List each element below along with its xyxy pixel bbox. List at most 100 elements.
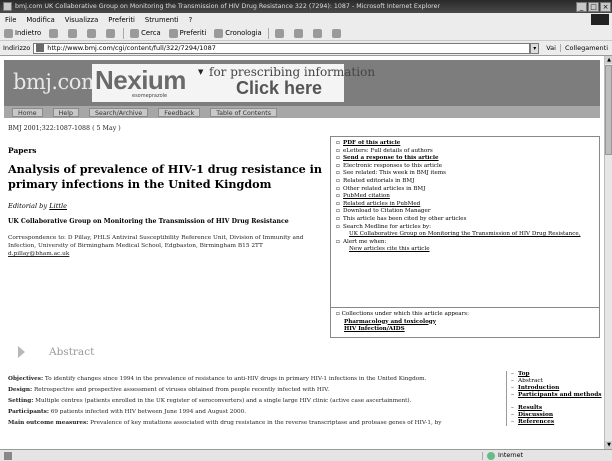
toc-top-label: Top: [518, 371, 530, 377]
toc-references-label: References: [518, 419, 555, 425]
toc-top[interactable]: – Top: [511, 371, 602, 378]
authors: UK Collaborative Group on Monitoring the…: [8, 218, 289, 225]
print-button[interactable]: [290, 28, 309, 38]
link-related-editorials-label: Related editorials in BMJ: [343, 177, 415, 184]
page-status-icon: [4, 451, 12, 460]
collections-label: ▫ Collections under which this article a…: [336, 311, 470, 317]
link-other-related-label: Other related articles in BMJ: [343, 185, 426, 192]
link-medline-author[interactable]: UK Collaborative Group on Monitoring the…: [336, 231, 595, 239]
address-bar: Indirizzo http://www.bmj.com/cgi/content…: [0, 41, 612, 56]
nav-help[interactable]: Help: [52, 107, 79, 117]
nav-home[interactable]: Home: [12, 107, 43, 117]
menu-file[interactable]: File: [0, 16, 21, 24]
ad-click-here: Click here: [236, 78, 323, 98]
refresh-button[interactable]: [83, 28, 102, 38]
search-medline-label: ▫ Search Medline for articles by:: [336, 223, 431, 230]
section-label: Papers: [8, 146, 37, 155]
link-download-citation[interactable]: ▫ Download to Citation Manager: [336, 208, 595, 216]
back-button[interactable]: Indietro: [0, 28, 45, 38]
scroll-up-icon[interactable]: ▲: [605, 56, 612, 64]
link-related-pubmed[interactable]: ▫ Related articles in PubMed: [336, 201, 595, 209]
ad-triangle-icon: ▼: [198, 68, 204, 76]
window-title: bmj.com UK Collaborative Group on Monito…: [15, 3, 441, 10]
address-input[interactable]: http://www.bmj.com/cgi/content/full/322/…: [33, 42, 531, 54]
toc-discussion[interactable]: – Discussion: [511, 412, 602, 419]
link-electronic-responses[interactable]: ▫ Electronic responses to this article: [336, 163, 595, 171]
print-icon: [293, 28, 303, 38]
toc-results-label: Results: [518, 405, 543, 411]
abstract-outcome: Main outcome measures: Prevalence of key…: [8, 418, 502, 429]
ie-icon: [3, 2, 12, 11]
menu-tools[interactable]: Strumenti: [140, 16, 184, 24]
maximize-button[interactable]: □: [588, 1, 599, 12]
favorites-button[interactable]: Preferiti: [165, 28, 211, 38]
history-icon: [214, 28, 224, 38]
collection-hiv[interactable]: HIV Infection/AIDS: [336, 326, 469, 334]
section-triangle-icon: [18, 346, 25, 358]
article-title: Analysis of prevalence of HIV-1 drug res…: [8, 162, 322, 191]
security-zone: Internet: [482, 451, 612, 460]
edit-button[interactable]: [309, 28, 328, 38]
collection-pharmacology[interactable]: Pharmacology and toxicology: [336, 319, 469, 327]
discuss-button[interactable]: [328, 28, 347, 38]
editorial-prefix: Editorial by: [8, 202, 50, 210]
page-viewport: bmj.com Nexium esomeprazole ▼ for prescr…: [0, 56, 604, 449]
links-button[interactable]: Collegamenti: [559, 44, 612, 52]
participants-label: Participants:: [8, 409, 49, 415]
editorial-link[interactable]: Little: [49, 202, 67, 210]
address-dropdown[interactable]: ▾: [530, 42, 540, 54]
forward-button[interactable]: [45, 28, 64, 38]
address-url: http://www.bmj.com/cgi/content/full/322/…: [47, 44, 216, 52]
link-eletters[interactable]: ▫ eLetters: Full details of authors: [336, 148, 595, 156]
minimize-button[interactable]: _: [576, 1, 587, 12]
nexium-ad-banner[interactable]: Nexium esomeprazole ▼ for prescribing in…: [92, 64, 375, 102]
zone-label: Internet: [498, 452, 524, 459]
nav-feedback[interactable]: Feedback: [158, 107, 201, 117]
abstract-body: Objectives: To identify changes since 19…: [8, 374, 502, 429]
link-alert-new-cite-label: New articles cite this article: [349, 246, 430, 253]
nav-search-archive[interactable]: Search/Archive: [88, 107, 149, 117]
alert-text: Alert me when:: [343, 238, 387, 245]
link-send-response[interactable]: ▫ Send a response to this article: [336, 155, 595, 163]
link-see-related[interactable]: ▫ See related: This week in BMJ items: [336, 170, 595, 178]
go-button[interactable]: Vai: [542, 44, 560, 52]
menu-bar: File Modifica Visualizza Preferiti Strum…: [0, 13, 612, 26]
home-icon: [106, 28, 116, 38]
nav-table-of-contents[interactable]: Table of Contents: [210, 107, 277, 117]
menu-edit[interactable]: Modifica: [21, 16, 59, 24]
mail-button[interactable]: [271, 28, 290, 38]
link-pdf[interactable]: ▫ PDF of this article: [336, 140, 595, 148]
close-button[interactable]: ×: [600, 1, 611, 12]
toc-introduction[interactable]: – Introduction: [511, 385, 602, 392]
search-button[interactable]: Cerca: [126, 28, 164, 38]
toc-results[interactable]: – Results: [511, 405, 602, 412]
toc-discussion-label: Discussion: [518, 412, 554, 418]
toc-participants[interactable]: – Participants and methods: [511, 392, 602, 399]
link-electronic-responses-label: Electronic responses to this article: [343, 162, 443, 169]
link-alert-new-cite[interactable]: New articles cite this article: [336, 246, 595, 254]
stop-button[interactable]: [64, 28, 83, 38]
home-button[interactable]: [102, 28, 121, 38]
favorites-icon: [168, 28, 178, 38]
email-link[interactable]: d.pillay@bham.ac.uk: [8, 251, 69, 257]
toolbar-separator: [267, 27, 269, 39]
toolbar-separator: [123, 27, 125, 39]
abstract-participants: Participants: 69 patients infected with …: [8, 407, 502, 418]
menu-favorites[interactable]: Preferiti: [103, 16, 140, 24]
scroll-thumb[interactable]: [605, 65, 612, 155]
scroll-down-icon[interactable]: ▼: [605, 441, 612, 449]
article-tools-box: ▫ PDF of this article ▫ eLetters: Full det…: [330, 136, 600, 338]
abstract-setting: Setting: Multiple centres (patients enro…: [8, 396, 502, 407]
sidebox-divider: [331, 307, 599, 308]
bmj-logo[interactable]: bmj.com: [13, 70, 101, 94]
link-related-editorials[interactable]: ▫ Related editorials in BMJ: [336, 178, 595, 186]
menu-view[interactable]: Visualizza: [60, 16, 103, 24]
vertical-scrollbar[interactable]: ▲ ▼: [604, 56, 612, 449]
edit-icon: [312, 28, 322, 38]
history-button[interactable]: Cronologia: [210, 28, 265, 38]
link-pubmed-citation[interactable]: ▫ PubMed citation: [336, 193, 595, 201]
link-cited-by[interactable]: ▫ This article has been cited by other ar…: [336, 216, 595, 224]
menu-help[interactable]: ?: [184, 16, 198, 24]
link-other-related[interactable]: ▫ Other related articles in BMJ: [336, 186, 595, 194]
toc-references[interactable]: – References: [511, 419, 602, 426]
